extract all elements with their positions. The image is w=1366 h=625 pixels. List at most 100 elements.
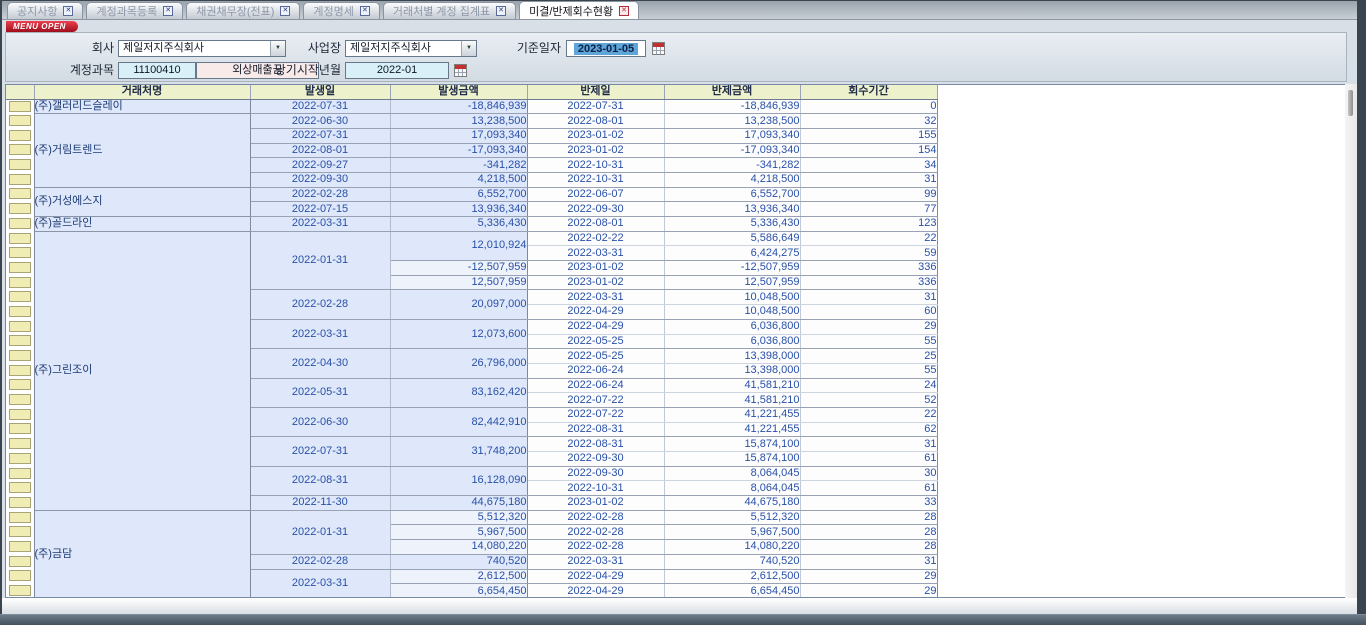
collect-days-cell[interactable]: 29 bbox=[800, 319, 937, 334]
customer-cell[interactable]: (주)거성에스지 bbox=[34, 187, 250, 216]
settle-date-cell[interactable]: 2022-03-31 bbox=[527, 290, 664, 305]
calendar-icon[interactable] bbox=[652, 42, 665, 55]
row-selector[interactable] bbox=[9, 409, 31, 420]
settle-date-cell[interactable]: 2022-07-22 bbox=[527, 393, 664, 408]
occur-date-cell[interactable]: 2022-07-31 bbox=[250, 128, 390, 143]
settle-date-cell[interactable]: 2022-03-31 bbox=[527, 246, 664, 261]
settle-date-cell[interactable]: 2022-02-28 bbox=[527, 540, 664, 555]
row-selector-cell[interactable] bbox=[6, 172, 34, 187]
collect-days-cell[interactable]: 28 bbox=[800, 510, 937, 525]
collect-days-cell[interactable]: 61 bbox=[800, 481, 937, 496]
occur-date-cell[interactable]: 2022-01-31 bbox=[250, 231, 390, 290]
occur-amount-cell[interactable]: 5,967,500 bbox=[390, 525, 527, 540]
settle-date-cell[interactable]: 2022-06-07 bbox=[527, 187, 664, 202]
settle-amount-cell[interactable]: 4,218,500 bbox=[664, 172, 800, 187]
row-selector-cell[interactable] bbox=[6, 569, 34, 584]
settle-amount-cell[interactable]: -18,846,939 bbox=[664, 99, 800, 114]
settle-date-cell[interactable]: 2023-01-02 bbox=[527, 143, 664, 158]
settle-amount-cell[interactable]: 5,967,500 bbox=[664, 525, 800, 540]
settle-date-cell[interactable]: 2022-08-01 bbox=[527, 217, 664, 232]
settle-date-cell[interactable]: 2022-02-22 bbox=[527, 231, 664, 246]
row-selector-cell[interactable] bbox=[6, 496, 34, 511]
occur-amount-cell[interactable]: 26,796,000 bbox=[390, 349, 527, 378]
customer-cell[interactable]: (주)금담 bbox=[34, 510, 250, 598]
collect-days-cell[interactable]: 60 bbox=[800, 305, 937, 320]
row-selector[interactable] bbox=[9, 585, 31, 596]
settle-date-cell[interactable]: 2022-08-31 bbox=[527, 437, 664, 452]
row-selector[interactable] bbox=[9, 306, 31, 317]
occur-amount-cell[interactable]: 5,512,320 bbox=[390, 510, 527, 525]
tab-close-icon[interactable]: ✕ bbox=[496, 6, 506, 16]
settle-date-cell[interactable]: 2022-04-29 bbox=[527, 305, 664, 320]
row-selector[interactable] bbox=[9, 541, 31, 552]
col-header-occur-date[interactable]: 발생일 bbox=[250, 85, 390, 99]
row-selector[interactable] bbox=[9, 512, 31, 523]
collect-days-cell[interactable]: 154 bbox=[800, 143, 937, 158]
tab-close-icon[interactable]: ✕ bbox=[360, 6, 370, 16]
occur-amount-cell[interactable]: -17,093,340 bbox=[390, 143, 527, 158]
collect-days-cell[interactable]: 32 bbox=[800, 114, 937, 129]
settle-date-cell[interactable]: 2022-10-31 bbox=[527, 481, 664, 496]
settle-date-cell[interactable]: 2022-05-25 bbox=[527, 334, 664, 349]
selector-header-cell[interactable] bbox=[6, 85, 34, 99]
row-selector[interactable] bbox=[9, 262, 31, 273]
row-selector[interactable] bbox=[9, 438, 31, 449]
occur-amount-cell[interactable]: 12,507,959 bbox=[390, 275, 527, 290]
row-selector-cell[interactable] bbox=[6, 217, 34, 232]
occur-date-cell[interactable]: 2022-01-31 bbox=[250, 510, 390, 554]
row-selector-cell[interactable] bbox=[6, 349, 34, 364]
occur-date-cell[interactable]: 2022-06-30 bbox=[250, 407, 390, 436]
settle-amount-cell[interactable]: 15,874,100 bbox=[664, 437, 800, 452]
collect-days-cell[interactable]: 31 bbox=[800, 437, 937, 452]
row-selector-cell[interactable] bbox=[6, 378, 34, 393]
period-start-input[interactable]: 2022-01 bbox=[345, 62, 449, 79]
row-selector[interactable] bbox=[9, 497, 31, 508]
settle-date-cell[interactable]: 2022-07-22 bbox=[527, 407, 664, 422]
occur-amount-cell[interactable]: 20,097,000 bbox=[390, 290, 527, 319]
settle-amount-cell[interactable]: 41,221,455 bbox=[664, 407, 800, 422]
row-selector-cell[interactable] bbox=[6, 481, 34, 496]
settle-amount-cell[interactable]: 41,581,210 bbox=[664, 393, 800, 408]
settle-date-cell[interactable]: 2022-10-31 bbox=[527, 158, 664, 173]
occur-amount-cell[interactable]: -341,282 bbox=[390, 158, 527, 173]
collect-days-cell[interactable]: 123 bbox=[800, 217, 937, 232]
row-selector-cell[interactable] bbox=[6, 554, 34, 569]
collect-days-cell[interactable]: 55 bbox=[800, 363, 937, 378]
row-selector[interactable] bbox=[9, 350, 31, 361]
settle-amount-cell[interactable]: 6,424,275 bbox=[664, 246, 800, 261]
customer-cell[interactable]: (주)골드라인 bbox=[34, 217, 250, 232]
occur-amount-cell[interactable]: 14,080,220 bbox=[390, 540, 527, 555]
collect-days-cell[interactable]: 31 bbox=[800, 290, 937, 305]
tab-close-icon[interactable]: ✕ bbox=[619, 6, 629, 16]
row-selector-cell[interactable] bbox=[6, 363, 34, 378]
occur-date-cell[interactable]: 2022-07-31 bbox=[250, 99, 390, 114]
row-selector[interactable] bbox=[9, 321, 31, 332]
col-header-customer[interactable]: 거래처명 bbox=[34, 85, 250, 99]
row-selector-cell[interactable] bbox=[6, 437, 34, 452]
row-selector[interactable] bbox=[9, 365, 31, 376]
settle-date-cell[interactable]: 2022-06-24 bbox=[527, 363, 664, 378]
occur-amount-cell[interactable]: 12,073,600 bbox=[390, 319, 527, 348]
row-selector-cell[interactable] bbox=[6, 422, 34, 437]
settle-date-cell[interactable]: 2022-04-29 bbox=[527, 569, 664, 584]
occur-date-cell[interactable]: 2022-05-31 bbox=[250, 378, 390, 407]
settle-date-cell[interactable]: 2022-02-28 bbox=[527, 525, 664, 540]
settle-amount-cell[interactable]: 13,398,000 bbox=[664, 363, 800, 378]
collect-days-cell[interactable]: 99 bbox=[800, 187, 937, 202]
occur-amount-cell[interactable]: 4,218,500 bbox=[390, 172, 527, 187]
collect-days-cell[interactable]: 336 bbox=[800, 261, 937, 276]
settle-amount-cell[interactable]: -17,093,340 bbox=[664, 143, 800, 158]
occur-date-cell[interactable]: 2022-11-30 bbox=[250, 496, 390, 511]
row-selector[interactable] bbox=[9, 423, 31, 434]
occur-date-cell[interactable]: 2022-02-28 bbox=[250, 187, 390, 202]
row-selector[interactable] bbox=[9, 335, 31, 346]
occur-amount-cell[interactable]: 17,093,340 bbox=[390, 128, 527, 143]
occur-amount-cell[interactable]: -18,846,939 bbox=[390, 99, 527, 114]
collect-days-cell[interactable]: 52 bbox=[800, 393, 937, 408]
settle-amount-cell[interactable]: 41,221,455 bbox=[664, 422, 800, 437]
occur-date-cell[interactable]: 2022-04-30 bbox=[250, 349, 390, 378]
occur-amount-cell[interactable]: 44,675,180 bbox=[390, 496, 527, 511]
row-selector-cell[interactable] bbox=[6, 99, 34, 114]
row-selector-cell[interactable] bbox=[6, 510, 34, 525]
settle-amount-cell[interactable]: 41,581,210 bbox=[664, 378, 800, 393]
